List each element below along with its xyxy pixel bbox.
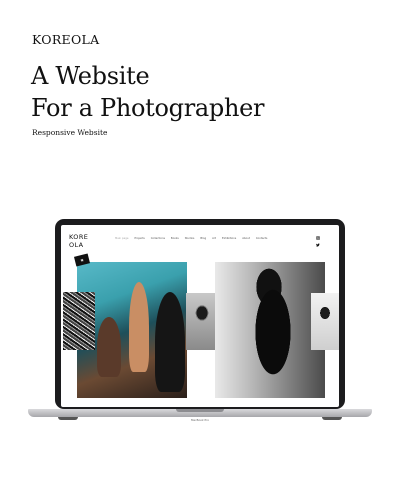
twitter-icon[interactable] <box>316 243 320 247</box>
photo-figure-shape <box>155 292 185 392</box>
nav-item-blog[interactable]: Blog <box>200 237 206 240</box>
nav-item-collections[interactable]: Collections <box>151 237 165 240</box>
nav-item-contacts[interactable]: Contacts <box>256 237 267 240</box>
page-headline: A Website For a Photographer <box>31 60 265 124</box>
instagram-icon[interactable] <box>316 236 320 240</box>
brand-logo: KOREOLA <box>32 32 100 47</box>
nav-item-main-page[interactable]: Main page <box>115 237 129 240</box>
headline-line-1: A Website <box>31 62 150 90</box>
nav-item-studios[interactable]: Studios <box>185 237 195 240</box>
photo-bw-tree[interactable] <box>63 292 95 350</box>
laptop-mockup: KORE OLA Main page Projects Collections … <box>28 219 372 424</box>
photo-figure-shape <box>97 317 121 377</box>
nav-item-books[interactable]: Books <box>171 237 179 240</box>
nav-item-exhibitions[interactable]: Exhibitions <box>222 237 236 240</box>
site-logo-line-2: OLA <box>69 240 84 249</box>
photo-bw-figure[interactable] <box>215 262 325 398</box>
photo-figure-shape <box>129 282 149 372</box>
nav-item-projects[interactable]: Projects <box>135 237 145 240</box>
site-logo[interactable]: KORE OLA <box>69 233 88 249</box>
laptop-screen: KORE OLA Main page Projects Collections … <box>61 225 339 407</box>
nav-item-about[interactable]: About <box>242 237 250 240</box>
laptop-notch <box>176 409 224 412</box>
photo-bw-smile[interactable] <box>311 293 339 350</box>
nav-item-art[interactable]: Art <box>212 237 216 240</box>
site-nav: Main page Projects Collections Books Stu… <box>115 237 267 240</box>
social-links <box>316 236 320 247</box>
laptop-lid: KORE OLA Main page Projects Collections … <box>55 219 345 409</box>
laptop-model-label: MacBook Pro <box>191 418 209 422</box>
page-subtitle: Responsive Website <box>32 128 108 137</box>
headline-line-2: For a Photographer <box>31 94 265 122</box>
